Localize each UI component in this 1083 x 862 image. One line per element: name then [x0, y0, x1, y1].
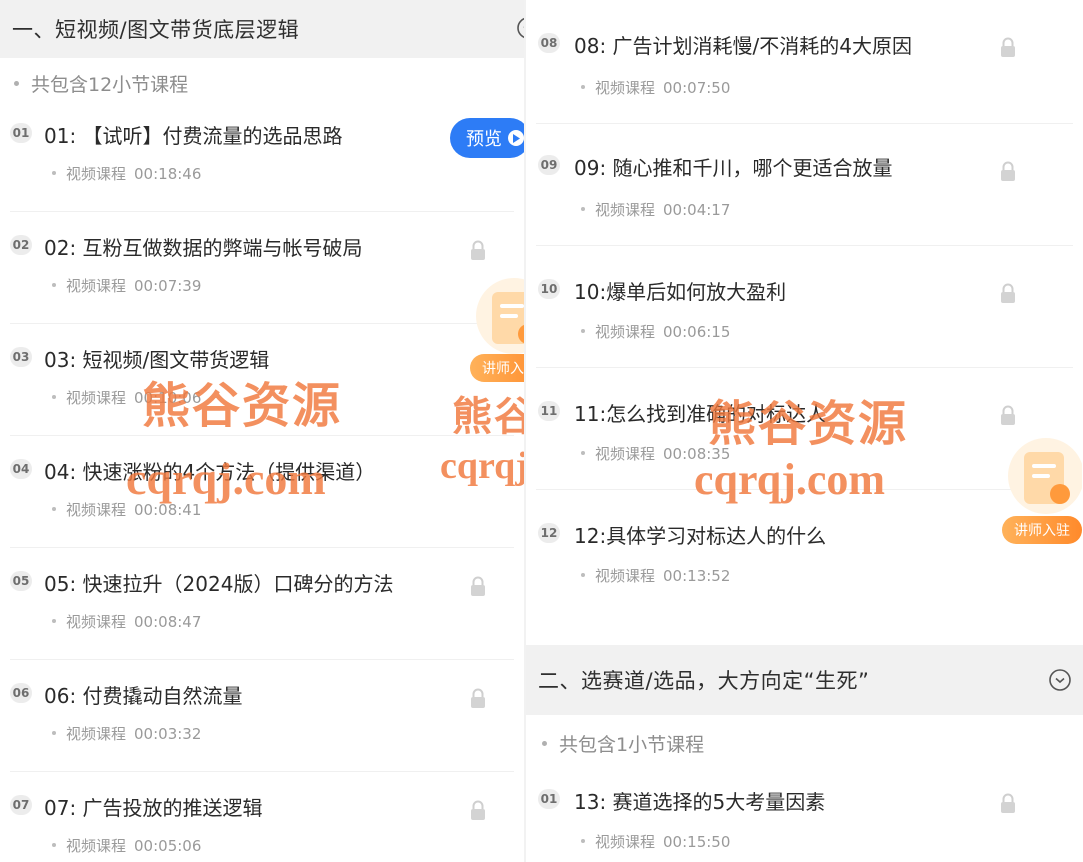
section-title: 二、选赛道/选品，大方向定“生死” [538, 669, 870, 693]
lesson-duration: 00:04:17 [663, 201, 731, 219]
lesson-number-badge: 09 [538, 155, 560, 175]
lesson-duration: 00:03:32 [134, 725, 202, 743]
lesson-number-badge: 01 [10, 123, 32, 143]
lesson-title: 02: 互粉互做数据的弊端与帐号破局 [44, 236, 363, 260]
preview-button[interactable]: 预览 [450, 118, 524, 158]
lesson-title: 12:具体学习对标达人的什么 [574, 524, 827, 548]
lesson-item[interactable]: 01 13: 赛道选择的5大考量因素 视频课程 00:15:50 [526, 760, 1083, 862]
lock-icon [471, 688, 485, 708]
lesson-meta: 视频课程 00:04:17 [581, 199, 730, 220]
lesson-number-badge: 08 [538, 33, 560, 53]
chevron-down-circle-icon[interactable] [1048, 668, 1072, 692]
lesson-duration: 00:06:15 [663, 323, 731, 341]
lesson-title: 09: 随心推和千川，哪个更适合放量 [574, 156, 893, 180]
watermark-text: 熊谷资源 [452, 393, 524, 440]
lesson-number-badge: 01 [538, 789, 560, 809]
section-header-2[interactable]: 二、选赛道/选品，大方向定“生死” [526, 645, 1083, 715]
lesson-number-badge: 07 [10, 795, 32, 815]
lesson-number-badge: 12 [538, 523, 560, 543]
instructor-badge-label: 讲师入驻 [470, 354, 524, 382]
lesson-title: 05: 快速拉升（2024版）口碑分的方法 [44, 572, 394, 596]
course-panel-left: 一、短视频/图文带货底层逻辑 共包含12小节课程 01 01: 【试听】付费流量… [0, 0, 524, 862]
course-panel-right: 08 08: 广告计划消耗慢/不消耗的4大原因 视频课程 00:07:50 09 … [526, 0, 1083, 862]
lesson-item[interactable]: 05 05: 快速拉升（2024版）口碑分的方法 视频课程 00:08:47 [0, 548, 524, 660]
lesson-meta: 视频课程 00:05:06 [52, 835, 201, 856]
lesson-duration: 00:13:52 [663, 567, 731, 585]
instructor-doc-icon [1008, 438, 1082, 514]
instructor-badge[interactable]: 讲师入驻 [1002, 430, 1082, 550]
lesson-meta: 视频课程 00:18:46 [52, 163, 201, 184]
lesson-number-badge: 02 [10, 235, 32, 255]
lesson-number-badge: 05 [10, 571, 32, 591]
lesson-meta: 视频课程 00:08:47 [52, 611, 201, 632]
lock-icon [1001, 405, 1015, 425]
play-icon [508, 130, 524, 146]
lock-icon [471, 800, 485, 820]
lesson-meta: 视频课程 00:13:52 [581, 565, 730, 586]
lesson-duration: 00:05:06 [134, 837, 202, 855]
lesson-title: 01: 【试听】付费流量的选品思路 [44, 124, 343, 148]
lesson-item[interactable]: 06 06: 付费撬动自然流量 视频课程 00:03:32 [0, 660, 524, 772]
watermark-url: cqrqj.com [694, 455, 886, 504]
watermark-text: 熊谷资源 [708, 396, 909, 452]
lesson-duration: 00:07:50 [663, 79, 731, 97]
preview-button-label: 预览 [466, 129, 502, 150]
watermark-url: cqrqj.com [440, 445, 524, 487]
lock-icon [1001, 161, 1015, 181]
lesson-title: 07: 广告投放的推送逻辑 [44, 796, 263, 820]
lesson-item[interactable]: 08 08: 广告计划消耗慢/不消耗的4大原因 视频课程 00:07:50 [526, 0, 1083, 124]
instructor-badge-label: 讲师入驻 [1002, 516, 1082, 544]
lesson-number-badge: 04 [10, 459, 32, 479]
lesson-meta: 视频课程 00:07:39 [52, 275, 201, 296]
lock-icon [1001, 793, 1015, 813]
lesson-meta: 视频课程 00:03:32 [52, 723, 201, 744]
section-lesson-count: 共包含1小节课程 [542, 730, 704, 757]
lesson-meta: 视频课程 00:15:50 [581, 831, 730, 852]
lesson-item[interactable]: 09 09: 随心推和千川，哪个更适合放量 视频课程 00:04:17 [526, 124, 1083, 246]
section-header-1[interactable]: 一、短视频/图文带货底层逻辑 [0, 0, 524, 58]
lesson-item[interactable]: 12 12:具体学习对标达人的什么 视频课程 00:13:52 [526, 490, 1083, 614]
instructor-badge[interactable]: 讲师入驻 [470, 268, 524, 388]
lock-icon [471, 240, 485, 260]
lesson-number-badge: 11 [538, 401, 560, 421]
section-lesson-count: 共包含12小节课程 [14, 70, 188, 97]
instructor-doc-icon [476, 278, 524, 354]
lesson-number-badge: 06 [10, 683, 32, 703]
lesson-item[interactable]: 07 07: 广告投放的推送逻辑 视频课程 00:05:06 [0, 772, 524, 862]
lesson-title: 08: 广告计划消耗慢/不消耗的4大原因 [574, 34, 913, 58]
lesson-number-badge: 10 [538, 279, 560, 299]
lesson-duration: 00:15:50 [663, 833, 731, 851]
lesson-meta: 视频课程 00:06:15 [581, 321, 730, 342]
lock-icon [471, 576, 485, 596]
lesson-title: 13: 赛道选择的5大考量因素 [574, 790, 826, 814]
lesson-item[interactable]: 01 01: 【试听】付费流量的选品思路 视频课程 00:18:46 [0, 100, 524, 212]
lesson-meta: 视频课程 00:07:50 [581, 77, 730, 98]
chevron-down-circle-icon[interactable] [516, 16, 524, 40]
lesson-number-badge: 03 [10, 347, 32, 367]
section-title: 一、短视频/图文带货底层逻辑 [12, 18, 300, 42]
watermark-text: 熊谷资源 [142, 378, 343, 434]
lesson-duration: 00:08:47 [134, 613, 202, 631]
watermark-url: cqrqj.com [126, 453, 326, 504]
lesson-duration: 00:18:46 [134, 165, 202, 183]
lesson-title: 10:爆单后如何放大盈利 [574, 280, 787, 304]
lesson-duration: 00:07:39 [134, 277, 202, 295]
lesson-title: 06: 付费撬动自然流量 [44, 684, 243, 708]
lock-icon [1001, 283, 1015, 303]
lock-icon [1001, 37, 1015, 57]
lesson-item[interactable]: 10 10:爆单后如何放大盈利 视频课程 00:06:15 [526, 246, 1083, 368]
lesson-item[interactable]: 02 02: 互粉互做数据的弊端与帐号破局 视频课程 00:07:39 [0, 212, 524, 324]
